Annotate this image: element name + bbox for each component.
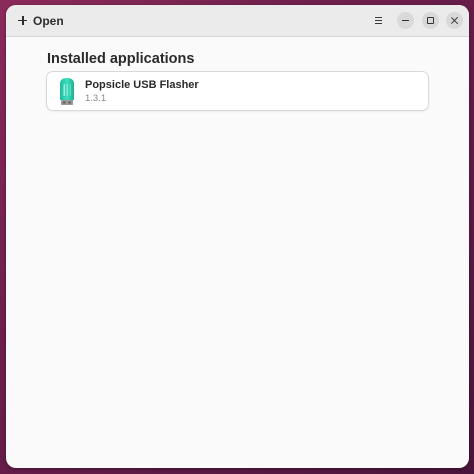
app-version: 1.3.1 <box>85 93 107 104</box>
app-name: Popsicle USB Flasher <box>85 79 199 91</box>
maximize-button[interactable] <box>422 12 439 29</box>
maximize-icon <box>427 17 434 24</box>
close-button[interactable] <box>446 12 463 29</box>
usb-popsicle-icon <box>60 78 74 105</box>
close-icon <box>450 16 459 25</box>
header-bar: Open <box>6 5 469 37</box>
section-title: Installed applications <box>47 51 195 67</box>
minimize-button[interactable] <box>397 12 414 29</box>
hamburger-menu-icon[interactable] <box>371 13 386 28</box>
minimize-icon <box>402 20 409 22</box>
open-button-label: Open <box>33 13 64 28</box>
app-window: Open Installed applications Popsicle USB… <box>6 5 469 468</box>
app-list-item[interactable]: Popsicle USB Flasher 1.3.1 <box>46 71 429 111</box>
open-button[interactable]: Open <box>12 10 70 31</box>
plus-icon <box>18 16 27 25</box>
